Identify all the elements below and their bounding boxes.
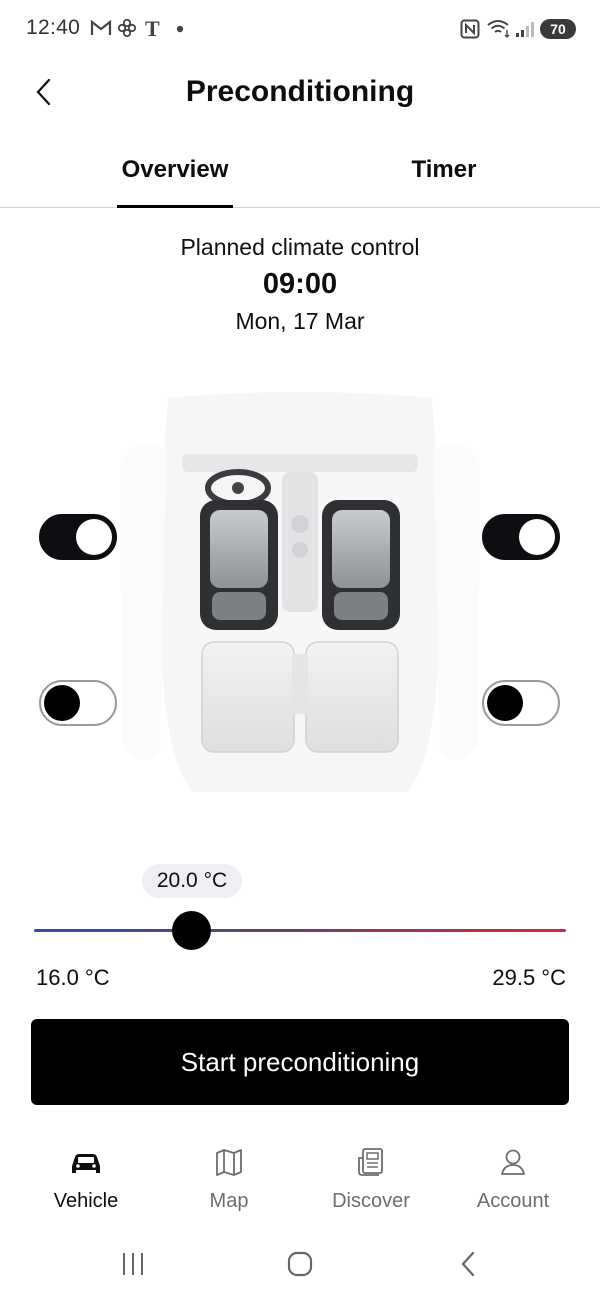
back-icon xyxy=(461,1251,475,1277)
toggle-rear-right-seat[interactable] xyxy=(482,680,560,726)
recents-button[interactable] xyxy=(103,1238,163,1290)
planned-label: Planned climate control xyxy=(180,234,420,260)
temperature-slider-thumb[interactable] xyxy=(172,911,211,950)
nav-label-vehicle: Vehicle xyxy=(53,1190,119,1212)
status-time: 12:40 xyxy=(26,16,81,39)
map-icon xyxy=(216,1149,242,1176)
news-icon xyxy=(358,1148,383,1176)
nav-label-discover: Discover xyxy=(332,1190,410,1212)
nav-item-map[interactable]: Map xyxy=(169,1140,289,1220)
tab-bar: Overview Timer xyxy=(0,150,600,208)
temperature-min-label: 16.0 °C xyxy=(36,965,110,990)
wifi-icon xyxy=(487,20,510,38)
signal-icon xyxy=(516,22,534,37)
user-icon xyxy=(501,1149,525,1175)
nav-item-account[interactable]: Account xyxy=(453,1140,573,1220)
toggle-front-right-seat[interactable] xyxy=(482,514,560,560)
battery-icon: 70 xyxy=(540,19,576,39)
home-button[interactable] xyxy=(270,1238,330,1290)
system-back-button[interactable] xyxy=(438,1238,498,1290)
temperature-max-label: 29.5 °C xyxy=(492,965,566,990)
temperature-value-bubble: 20.0 °C xyxy=(142,864,242,898)
t-app-icon: T xyxy=(145,16,160,41)
dot-icon xyxy=(176,25,184,33)
page-title: Preconditioning xyxy=(185,75,415,108)
car-interior-image xyxy=(120,392,480,792)
nav-label-map: Map xyxy=(209,1190,249,1212)
nav-item-discover[interactable]: Discover xyxy=(311,1140,431,1220)
planned-date: Mon, 17 Mar xyxy=(235,308,365,334)
car-icon xyxy=(72,1154,100,1173)
toggle-knob xyxy=(76,519,112,555)
tab-overview[interactable]: Overview xyxy=(117,150,233,208)
system-nav-bar xyxy=(0,1238,600,1290)
gmail-icon xyxy=(90,19,112,35)
tab-timer[interactable]: Timer xyxy=(386,150,502,208)
status-bar: 12:40 T 70 xyxy=(0,0,600,58)
pinwheel-icon xyxy=(117,18,137,38)
start-preconditioning-button[interactable]: Start preconditioning xyxy=(31,1019,569,1105)
toggle-rear-left-seat[interactable] xyxy=(39,680,117,726)
planned-time: 09:00 xyxy=(262,268,338,300)
toggle-knob xyxy=(487,685,523,721)
nfc-icon xyxy=(460,19,480,39)
toggle-knob xyxy=(44,685,80,721)
nav-item-vehicle[interactable]: Vehicle xyxy=(26,1140,146,1220)
bottom-nav: Vehicle Map Discover Account xyxy=(0,1140,600,1220)
home-icon xyxy=(287,1251,313,1277)
nav-label-account: Account xyxy=(476,1190,550,1212)
recents-icon xyxy=(123,1253,143,1275)
toggle-front-left-seat[interactable] xyxy=(39,514,117,560)
toggle-knob xyxy=(519,519,555,555)
temperature-slider-track[interactable] xyxy=(34,929,566,932)
